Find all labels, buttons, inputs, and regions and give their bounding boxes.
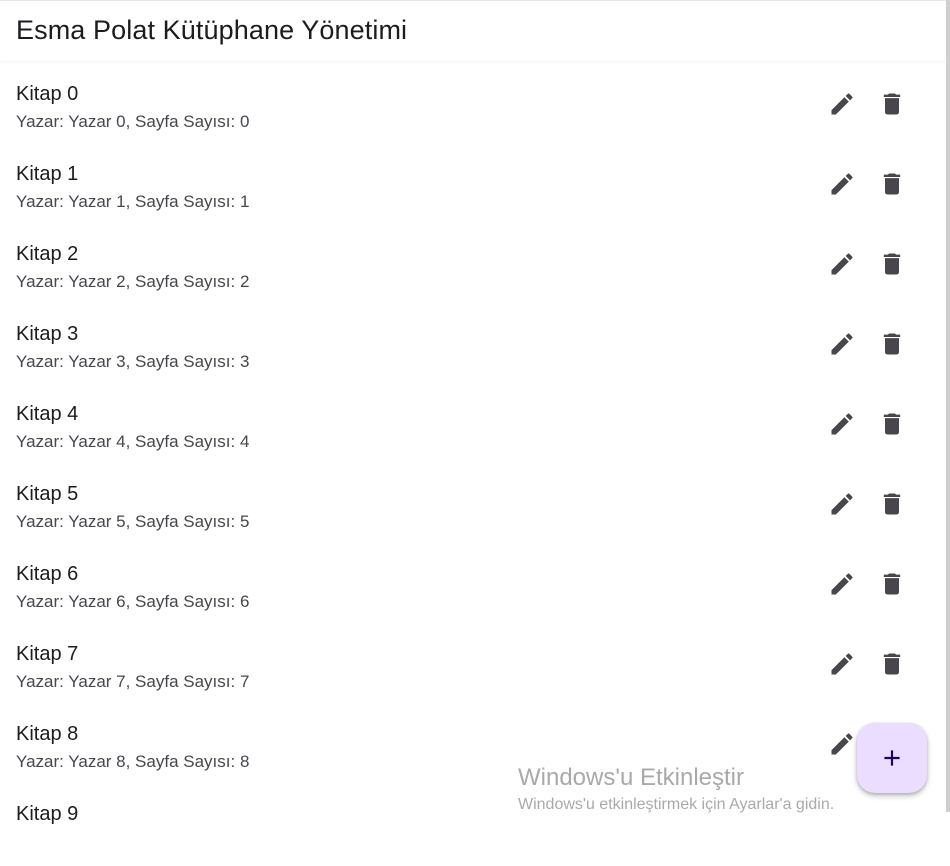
book-list-item[interactable]: Kitap 5 Yazar: Yazar 5, Sayfa Sayısı: 5 — [0, 466, 946, 546]
book-subtitle: Yazar: Yazar 6, Sayfa Sayısı: 6 — [16, 592, 250, 611]
book-list-item[interactable]: Kitap 6 Yazar: Yazar 6, Sayfa Sayısı: 6 — [0, 546, 946, 626]
delete-button[interactable] — [872, 484, 912, 524]
book-title: Kitap 9 — [16, 803, 79, 825]
book-title: Kitap 5 — [16, 483, 79, 505]
edit-icon — [831, 93, 853, 115]
edit-button[interactable] — [822, 324, 862, 364]
add-book-button[interactable] — [857, 723, 927, 793]
book-title: Kitap 0 — [16, 83, 79, 105]
delete-button[interactable] — [872, 404, 912, 444]
book-subtitle: Yazar: Yazar 1, Sayfa Sayısı: 1 — [16, 192, 250, 211]
book-title: Kitap 6 — [16, 563, 79, 585]
book-title: Kitap 8 — [16, 723, 79, 745]
book-subtitle: Yazar: Yazar 4, Sayfa Sayısı: 4 — [16, 432, 250, 451]
window-edge — [946, 0, 950, 812]
book-list-item[interactable]: Kitap 7 Yazar: Yazar 7, Sayfa Sayısı: 7 — [0, 626, 946, 706]
book-subtitle: Yazar: Yazar 2, Sayfa Sayısı: 2 — [16, 272, 250, 291]
delete-icon — [883, 413, 901, 435]
add-icon — [884, 750, 900, 766]
book-subtitle: Yazar: Yazar 7, Sayfa Sayısı: 7 — [16, 672, 250, 691]
edit-button[interactable] — [822, 404, 862, 444]
book-title: Kitap 2 — [16, 243, 79, 265]
delete-button[interactable] — [872, 564, 912, 604]
book-list-item[interactable]: Kitap 1 Yazar: Yazar 1, Sayfa Sayısı: 1 — [0, 146, 946, 226]
edit-icon — [831, 253, 853, 275]
book-list-item[interactable]: Kitap 8 Yazar: Yazar 8, Sayfa Sayısı: 8 — [0, 706, 946, 786]
edit-icon — [831, 733, 853, 755]
app-bar: Esma Polat Kütüphane Yönetimi — [0, 0, 946, 61]
delete-button[interactable] — [872, 84, 912, 124]
delete-icon — [883, 493, 901, 515]
edit-icon — [831, 173, 853, 195]
book-subtitle: Yazar: Yazar 0, Sayfa Sayısı: 0 — [16, 112, 250, 131]
delete-button[interactable] — [872, 644, 912, 684]
book-title: Kitap 7 — [16, 643, 79, 665]
windows-activation-title: Windows'u Etkinleştir — [518, 764, 744, 791]
book-subtitle: Yazar: Yazar 3, Sayfa Sayısı: 3 — [16, 352, 250, 371]
book-list-item[interactable]: Kitap 0 Yazar: Yazar 0, Sayfa Sayısı: 0 — [0, 66, 946, 146]
book-subtitle: Yazar: Yazar 5, Sayfa Sayısı: 5 — [16, 512, 250, 531]
delete-icon — [883, 93, 901, 115]
book-list-item[interactable]: Kitap 2 Yazar: Yazar 2, Sayfa Sayısı: 2 — [0, 226, 946, 306]
edit-button[interactable] — [822, 244, 862, 284]
book-title: Kitap 4 — [16, 403, 79, 425]
delete-icon — [883, 653, 901, 675]
delete-button[interactable] — [872, 164, 912, 204]
delete-icon — [883, 333, 901, 355]
book-subtitle: Yazar: Yazar 8, Sayfa Sayısı: 8 — [16, 752, 250, 771]
app-title: Esma Polat Kütüphane Yönetimi — [16, 15, 408, 45]
edit-button[interactable] — [822, 724, 862, 764]
edit-icon — [831, 333, 853, 355]
edit-button[interactable] — [822, 484, 862, 524]
edit-icon — [831, 573, 853, 595]
delete-button[interactable] — [872, 324, 912, 364]
edit-button[interactable] — [822, 84, 862, 124]
edit-icon — [831, 493, 853, 515]
book-title: Kitap 1 — [16, 163, 79, 185]
edit-icon — [831, 653, 853, 675]
book-title: Kitap 3 — [16, 323, 79, 345]
edit-icon — [831, 413, 853, 435]
book-list-item[interactable]: Kitap 4 Yazar: Yazar 4, Sayfa Sayısı: 4 — [0, 386, 946, 466]
edit-button[interactable] — [822, 164, 862, 204]
edit-button[interactable] — [822, 564, 862, 604]
windows-activation-subtitle: Windows'u etkinleştirmek için Ayarlar'a … — [518, 796, 835, 813]
book-list-item[interactable]: Kitap 3 Yazar: Yazar 3, Sayfa Sayısı: 3 — [0, 306, 946, 386]
edit-button[interactable] — [822, 644, 862, 684]
delete-icon — [883, 253, 901, 275]
delete-icon — [883, 173, 901, 195]
delete-icon — [883, 573, 901, 595]
delete-button[interactable] — [872, 244, 912, 284]
